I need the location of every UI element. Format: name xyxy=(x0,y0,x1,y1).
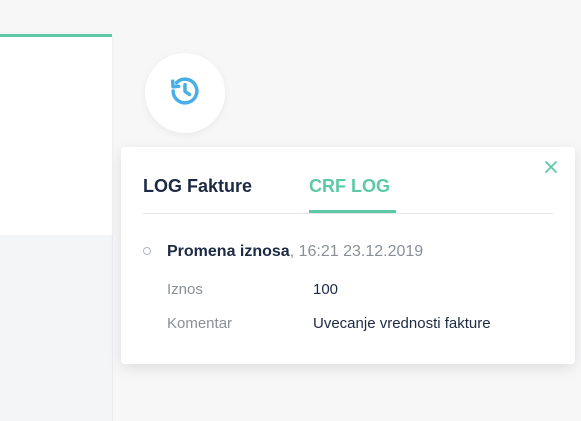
tab-log-fakture[interactable]: LOG Fakture xyxy=(143,175,252,213)
field-value-iznos: 100 xyxy=(313,281,339,298)
tab-crf-log[interactable]: CRF LOG xyxy=(309,175,396,213)
log-entry-separator: , xyxy=(289,243,295,260)
log-entry-title: Promena iznosa xyxy=(167,243,290,260)
background-panel xyxy=(0,235,113,421)
timeline-dot xyxy=(143,247,151,255)
background-card xyxy=(0,34,112,237)
log-entry-header: Promena iznosa, 16:21 23.12.2019 xyxy=(167,243,423,261)
field-label-komentar: Komentar xyxy=(167,315,233,332)
history-button[interactable] xyxy=(145,53,225,133)
tab-bar: LOG Fakture CRF LOG xyxy=(143,175,553,214)
log-entry-timestamp: 16:21 23.12.2019 xyxy=(298,243,424,260)
history-icon xyxy=(166,72,204,115)
field-value-komentar: Uvecanje vrednosti fakture xyxy=(313,315,491,332)
field-label-iznos: Iznos xyxy=(167,281,203,298)
log-popover: LOG Fakture CRF LOG Promena iznosa, 16:2… xyxy=(121,147,575,364)
